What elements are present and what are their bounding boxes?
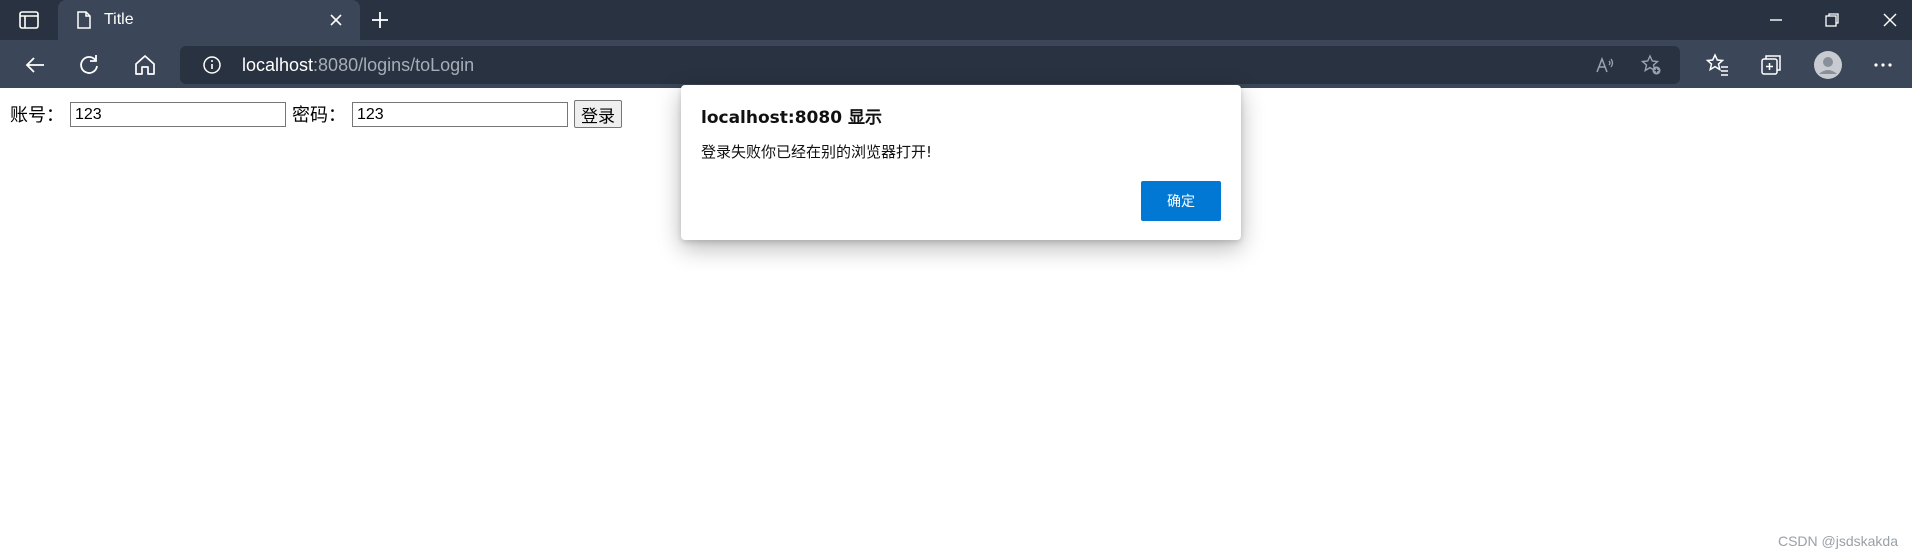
- favorites-icon[interactable]: [1704, 52, 1730, 78]
- url-path: :8080/logins/toLogin: [313, 55, 475, 75]
- url-text[interactable]: localhost:8080/logins/toLogin: [242, 54, 474, 76]
- info-icon[interactable]: [202, 55, 222, 75]
- browser-window: Title localhost:8080/logins/toLogin 账号： …: [0, 0, 1912, 559]
- profile-avatar-icon[interactable]: [1813, 50, 1843, 80]
- browser-tab[interactable]: Title: [58, 0, 360, 40]
- collections-icon[interactable]: [1758, 52, 1784, 78]
- add-favorite-icon[interactable]: [1640, 54, 1662, 76]
- url-host: localhost: [242, 55, 314, 75]
- refresh-icon[interactable]: [76, 52, 102, 78]
- home-icon[interactable]: [132, 52, 158, 78]
- browser-toolbar: localhost:8080/logins/toLogin: [0, 40, 1912, 88]
- account-input[interactable]: [70, 101, 286, 127]
- login-form: 账号： 密码： 登录: [10, 100, 622, 128]
- tab-actions-icon: [19, 11, 39, 29]
- login-button[interactable]: 登录: [574, 100, 622, 128]
- alert-dialog: localhost:8080 显示 登录失败你已经在别的浏览器打开! 确定: [681, 85, 1241, 240]
- address-bar[interactable]: localhost:8080/logins/toLogin: [180, 46, 1680, 84]
- account-label: 账号：: [10, 105, 64, 126]
- page-icon: [77, 11, 91, 29]
- tab-title: Title: [104, 11, 134, 28]
- alert-ok-button[interactable]: 确定: [1141, 181, 1221, 221]
- new-tab-icon[interactable]: [368, 8, 392, 32]
- more-options-icon[interactable]: [1870, 52, 1896, 78]
- close-icon[interactable]: [326, 10, 346, 30]
- back-arrow-icon[interactable]: [22, 52, 48, 78]
- watermark: CSDN @jsdskakda: [1777, 533, 1898, 549]
- minimize-icon[interactable]: [1762, 8, 1790, 32]
- tab-strip: Title: [0, 0, 1912, 40]
- tab-actions-button[interactable]: [14, 8, 44, 32]
- window-close-icon[interactable]: [1876, 8, 1904, 32]
- alert-title: localhost:8080 显示: [701, 108, 882, 128]
- restore-icon[interactable]: [1818, 8, 1846, 32]
- password-label: 密码：: [292, 105, 346, 126]
- read-aloud-icon[interactable]: [1594, 54, 1616, 76]
- password-input[interactable]: [352, 101, 568, 127]
- alert-message: 登录失败你已经在别的浏览器打开!: [701, 143, 933, 161]
